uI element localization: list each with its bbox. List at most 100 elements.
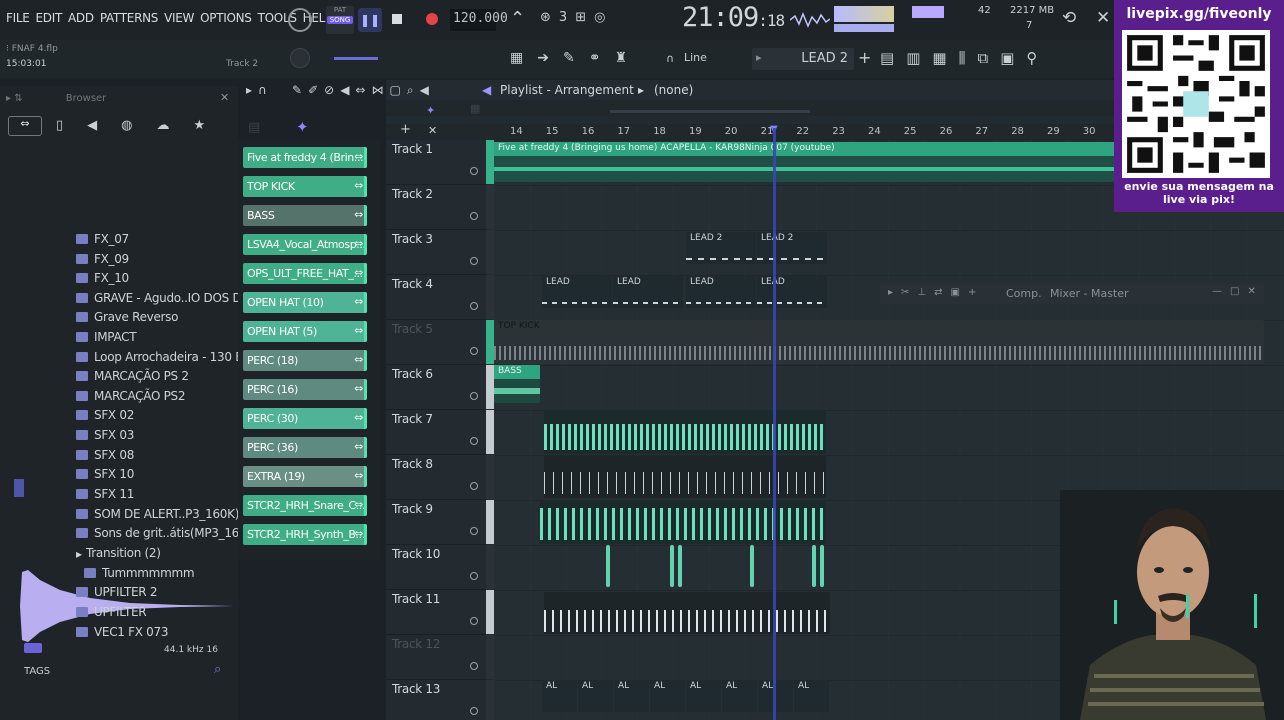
slip-tool-icon[interactable]: ⇔ [355, 83, 371, 97]
browser-item[interactable]: SFX 08 [76, 448, 134, 467]
browser-item[interactable]: SFX 02 [76, 408, 134, 427]
playlist-arrow-icon[interactable]: ◀ [482, 83, 491, 97]
menu-view[interactable]: VIEW [164, 11, 194, 25]
browser-item[interactable]: FX_07 [76, 232, 129, 251]
channel-move-icon[interactable]: ⇔ [354, 527, 363, 540]
link-icon[interactable]: ⚭ [589, 50, 601, 66]
browser-all-tab[interactable]: ⇔ [8, 116, 42, 136]
track-header[interactable]: Track 11 [386, 590, 494, 635]
pattern-clip[interactable]: LEAD 2 [686, 232, 756, 264]
browser-item[interactable]: UPFILTER [76, 605, 147, 624]
pattern-clip[interactable]: AL [614, 680, 649, 712]
browser-window-icon[interactable]: ▣ [1000, 49, 1014, 67]
cloud-icon[interactable]: ☁ [157, 118, 170, 133]
audio-clip[interactable] [544, 410, 826, 454]
paint-tool-icon[interactable]: ✐ [308, 83, 324, 97]
channel-button[interactable]: PERC (36) ⇔ [243, 437, 367, 458]
channel-move-icon[interactable]: ⇔ [354, 266, 363, 279]
pencil-icon[interactable]: ✎ [563, 50, 575, 66]
channel-move-icon[interactable]: ⇔ [354, 382, 363, 395]
audio-clip[interactable] [544, 592, 830, 634]
minimize-icon[interactable]: — [1212, 286, 1230, 297]
browser-item[interactable]: IMPACT [76, 330, 137, 349]
browser-item[interactable]: Loop Arrochadeira - 130 BPM [76, 350, 260, 369]
browser-item[interactable]: GRAVE - Agudo..IO DOS DJS ] [76, 291, 260, 310]
mixer-down-icon[interactable]: ⊥ [917, 287, 934, 298]
playback-tool-icon[interactable]: ◀ [420, 83, 435, 97]
zoom-tool-icon[interactable]: ⌕ [407, 83, 420, 97]
delete-tool-icon[interactable]: ⊘ [324, 83, 340, 97]
mixer-close-icon[interactable]: ✕ [1247, 286, 1263, 297]
audio-clip[interactable] [812, 545, 816, 587]
menu-file[interactable]: FILE [6, 11, 30, 25]
track-mute-led[interactable] [470, 347, 478, 355]
search-icon[interactable]: ⌕ [214, 662, 221, 677]
maximize-icon[interactable]: □ [1230, 286, 1247, 297]
track-header[interactable]: Track 2 [386, 185, 494, 230]
channel-select-indicator[interactable] [364, 524, 367, 545]
channel-move-icon[interactable]: ⇔ [354, 469, 363, 482]
tempo-display[interactable]: 120.000 [450, 9, 508, 31]
pause-button[interactable]: ❚❚ [358, 8, 382, 32]
audio-clip[interactable] [678, 545, 682, 587]
track-header[interactable]: Track 8 [386, 455, 494, 500]
magnet-icon[interactable]: ∩ [666, 52, 674, 65]
master-pitch-slider[interactable] [334, 57, 378, 60]
channel-select-indicator[interactable] [364, 495, 367, 516]
preview-play-button[interactable] [24, 643, 42, 653]
audio-clip[interactable] [540, 500, 826, 544]
mixer-disk-icon[interactable]: ✂ [901, 287, 917, 298]
channel-move-icon[interactable]: ⇔ [354, 411, 363, 424]
close-tracks-icon[interactable]: ✕ [428, 124, 437, 137]
track-mute-led[interactable] [470, 257, 478, 265]
channel-move-icon[interactable]: ⇔ [354, 295, 363, 308]
browser-scroll-marker[interactable] [14, 479, 24, 497]
track-mute-led[interactable] [470, 662, 478, 670]
channel-button[interactable]: OPEN HAT (10) ⇔ [243, 292, 367, 313]
channel-button[interactable]: PERC (18) ⇔ [243, 350, 367, 371]
channel-filter-icon[interactable]: ▤ [248, 120, 260, 135]
select-tool-icon[interactable]: ▢ [389, 83, 406, 97]
track-mute-led[interactable] [470, 437, 478, 445]
pattern-clip[interactable]: LEAD [686, 276, 756, 308]
browser-item[interactable]: FX_09 [76, 252, 129, 271]
channel-select-indicator[interactable] [364, 292, 367, 313]
track-mute-led[interactable] [470, 482, 478, 490]
mixer-flip-icon[interactable]: ⇄ [934, 287, 950, 298]
track-header[interactable]: Track 4 [386, 275, 494, 320]
add-track-icon[interactable]: + [400, 122, 411, 137]
track-mute-led[interactable] [470, 302, 478, 310]
song-position-clock[interactable]: 21:09:18 [682, 2, 785, 33]
browser-item[interactable]: SFX 03 [76, 428, 134, 447]
track-header[interactable]: Track 9 [386, 500, 494, 545]
channel-select-indicator[interactable] [364, 350, 367, 371]
menu-add[interactable]: ADD [68, 11, 94, 25]
audio-clip[interactable]: BASS [494, 365, 540, 403]
pattern-clip[interactable]: AL [650, 680, 685, 712]
play-small-icon[interactable]: ▸ [246, 83, 258, 97]
channel-button[interactable]: OPEN HAT (5) ⇔ [243, 321, 367, 342]
record-button[interactable] [426, 13, 438, 25]
audio-clip[interactable] [670, 545, 674, 587]
globe-icon[interactable]: ◍ [121, 118, 132, 133]
wait-for-input-icon[interactable]: ⊛ [540, 10, 559, 25]
draw-tool-icon[interactable]: ✎ [292, 83, 308, 97]
master-volume-knob[interactable] [288, 8, 312, 32]
channel-rack-icon[interactable]: ▥ [906, 49, 920, 67]
pattern-clip[interactable]: AL [542, 680, 577, 712]
star-icon[interactable]: ★ [194, 118, 206, 133]
loop-record-icon[interactable]: ◎ [594, 10, 613, 25]
plugin-picker-icon[interactable]: ⧉ [977, 49, 988, 67]
channel-select-indicator[interactable] [364, 321, 367, 342]
browser-item[interactable]: MARCAÇÃO PS 2 [76, 369, 189, 388]
snap-select[interactable]: Line [684, 51, 707, 64]
browser-close-icon[interactable]: ✕ [220, 91, 229, 104]
channel-button[interactable]: STCR2_HRH_Synth_B... ⇔ [243, 524, 367, 545]
channel-move-icon[interactable]: ⇔ [354, 237, 363, 250]
channel-button[interactable]: TOP KICK ⇔ [243, 176, 367, 197]
channel-select-indicator[interactable] [364, 263, 367, 284]
channel-move-icon[interactable]: ⇔ [354, 208, 363, 221]
channel-move-icon[interactable]: ⇔ [354, 498, 363, 511]
undo-icon[interactable]: ⟲ [1062, 8, 1076, 28]
pattern-clip[interactable]: AL [794, 680, 829, 712]
